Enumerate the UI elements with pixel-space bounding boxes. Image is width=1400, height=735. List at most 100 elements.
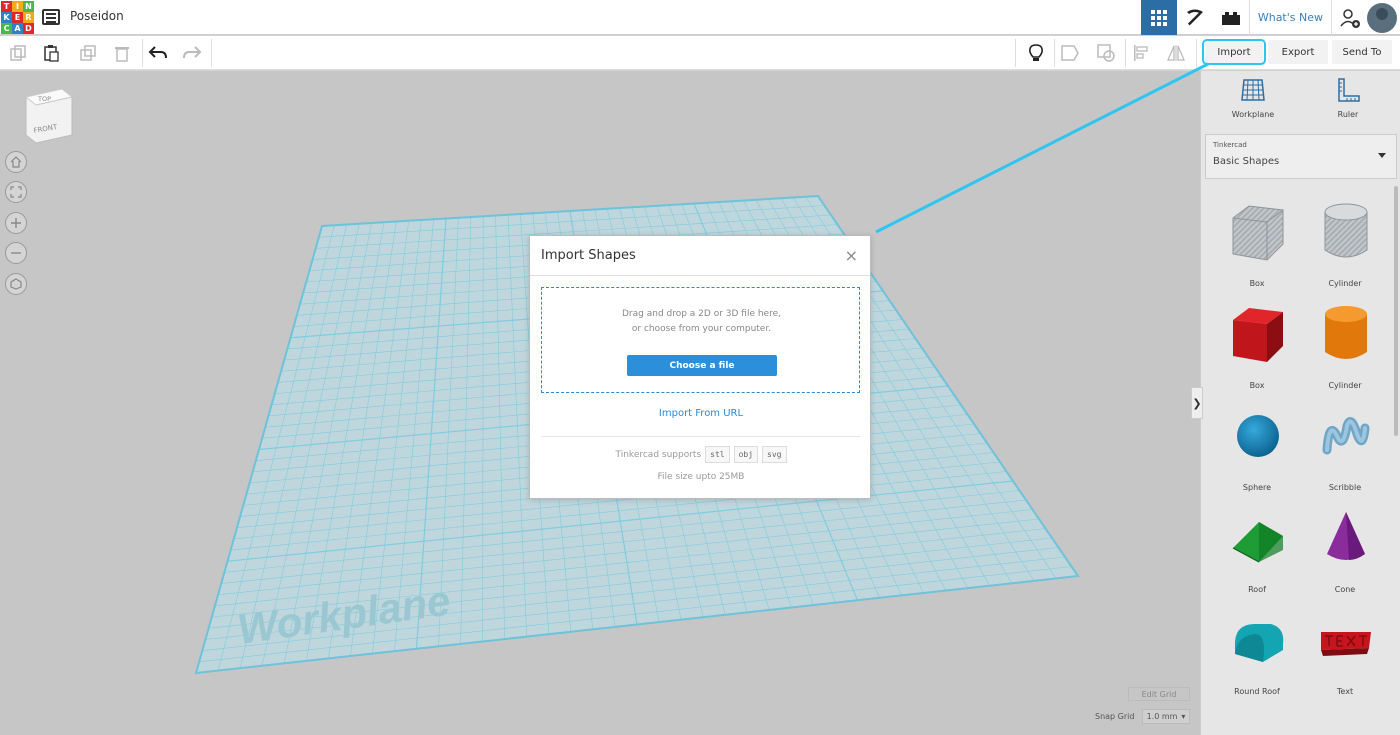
logo-letter: D: [23, 23, 34, 34]
logo-letter: E: [12, 12, 23, 23]
edit-grid-button[interactable]: Edit Grid: [1128, 687, 1190, 701]
shape-library-select[interactable]: Tinkercad Basic Shapes: [1205, 134, 1397, 179]
view-cube[interactable]: TOP FRONT: [24, 88, 74, 155]
plus-icon: [11, 218, 21, 228]
library-category: Tinkercad: [1213, 141, 1247, 149]
duplicate-button[interactable]: [78, 43, 98, 63]
snap-grid-value: 1.0 mm: [1146, 712, 1178, 721]
shapes-panel: Workplane Ruler Tinkercad Basic Shapes B…: [1200, 71, 1400, 735]
copy-button[interactable]: [8, 43, 28, 63]
dropdown-arrow-icon: [1378, 153, 1386, 158]
group-icon: [1061, 45, 1079, 61]
shapes-scrollbar[interactable]: [1394, 186, 1398, 436]
file-drop-zone[interactable]: Drag and drop a 2D or 3D file here, or c…: [541, 287, 860, 393]
shape-label: Roof: [1248, 585, 1266, 594]
logo-letter: R: [23, 12, 34, 23]
fit-view-button[interactable]: [5, 181, 27, 203]
shape-sphere[interactable]: Sphere: [1217, 402, 1297, 502]
add-user-button[interactable]: [1331, 0, 1367, 35]
import-from-url-link[interactable]: Import From URL: [530, 408, 872, 419]
redo-button[interactable]: [182, 43, 202, 63]
shape-label: Cylinder: [1328, 279, 1362, 288]
send-to-button[interactable]: Send To: [1332, 40, 1392, 64]
pickaxe-icon: [1186, 9, 1203, 25]
shape-label: Cylinder: [1328, 381, 1362, 390]
align-icon: [1134, 45, 1148, 61]
choose-file-button[interactable]: Choose a file: [627, 355, 777, 376]
round-roof-icon: [1235, 624, 1284, 662]
close-icon[interactable]: ×: [845, 246, 858, 265]
minus-icon: [11, 252, 21, 254]
3d-design-view-button[interactable]: [1140, 0, 1177, 35]
shape-box[interactable]: Box: [1217, 300, 1297, 400]
drop-line-2: or choose from your computer.: [631, 324, 772, 334]
ruler-tool[interactable]: Ruler: [1318, 77, 1378, 119]
box-icon: [1233, 308, 1283, 362]
lightbulb-icon: [1029, 44, 1043, 61]
ungroup-button[interactable]: [1096, 43, 1116, 63]
viewcube-top-label: TOP: [37, 95, 51, 103]
divider: [541, 436, 860, 437]
bricks-view-button[interactable]: [1213, 0, 1249, 35]
align-button[interactable]: [1131, 43, 1151, 63]
project-title[interactable]: Poseidon: [70, 9, 124, 23]
undo-button[interactable]: [148, 43, 168, 63]
user-avatar[interactable]: [1367, 2, 1397, 33]
shape-cone[interactable]: Cone: [1305, 504, 1385, 604]
home-view-button[interactable]: [5, 151, 27, 173]
workplane-tool[interactable]: Workplane: [1223, 77, 1283, 119]
logo-letter: I: [12, 1, 23, 12]
whats-new-link[interactable]: What's New: [1248, 0, 1331, 35]
notes-button[interactable]: [1026, 43, 1046, 63]
import-shapes-dialog: Import Shapes × Drag and drop a 2D or 3D…: [529, 235, 871, 499]
shape-label: Sphere: [1242, 483, 1272, 492]
collapse-panel-button[interactable]: ❯: [1191, 387, 1203, 419]
shape-text[interactable]: Text: [1305, 606, 1385, 706]
ruler-tool-label: Ruler: [1337, 110, 1359, 119]
trash-icon: [115, 47, 129, 62]
format-badge: svg: [762, 446, 787, 463]
mirror-icon: [1167, 45, 1185, 61]
shape-box-hole[interactable]: Box: [1217, 198, 1297, 298]
paste-button[interactable]: [41, 43, 61, 63]
dialog-header: Import Shapes ×: [530, 236, 870, 276]
home-icon: [10, 156, 22, 168]
shape-cylinder[interactable]: Cylinder: [1305, 300, 1385, 400]
design-menu-icon[interactable]: [42, 9, 60, 25]
blocks-view-button[interactable]: [1177, 0, 1213, 35]
duplicate-icon: [80, 45, 96, 61]
logo-letter: T: [1, 1, 12, 12]
workplane-tool-label: Workplane: [1231, 110, 1275, 119]
mirror-button[interactable]: [1166, 43, 1186, 63]
shape-scribble[interactable]: Scribble: [1305, 402, 1385, 502]
redo-icon: [183, 46, 202, 59]
cylinder-icon: [1325, 306, 1367, 359]
zoom-out-button[interactable]: [5, 242, 27, 264]
text-shape-icon: [1321, 632, 1371, 656]
cone-icon: [1327, 512, 1365, 560]
sphere-icon: [1237, 415, 1279, 457]
brick-icon: [1221, 11, 1240, 25]
snap-grid-select[interactable]: 1.0 mm ▾: [1142, 709, 1190, 724]
file-size-note: File size upto 25MB: [657, 472, 745, 482]
cylinder-hole-icon: [1324, 203, 1368, 258]
zoom-in-button[interactable]: [5, 212, 27, 234]
logo-letter: C: [1, 23, 12, 34]
paste-icon: [44, 45, 59, 62]
logo-letter: N: [23, 1, 34, 12]
supports-label: Tinkercad supports: [615, 449, 702, 460]
shape-label: Round Roof: [1234, 687, 1280, 696]
edit-toolbar: Import Export Send To: [0, 36, 1400, 70]
shape-cylinder-hole[interactable]: Cylinder: [1305, 198, 1385, 298]
shape-roof[interactable]: Roof: [1217, 504, 1297, 604]
logo-letter: A: [12, 23, 23, 34]
perspective-button[interactable]: [5, 273, 27, 295]
delete-button[interactable]: [112, 43, 132, 63]
export-button[interactable]: Export: [1268, 40, 1328, 64]
group-button[interactable]: [1060, 43, 1080, 63]
shape-round-roof[interactable]: Round Roof: [1217, 606, 1297, 706]
shape-label: Scribble: [1328, 483, 1362, 492]
chevron-right-icon: ❯: [1192, 396, 1202, 410]
top-bar: TINKERCAD Poseidon What's New: [0, 0, 1400, 35]
tinkercad-logo[interactable]: TINKERCAD: [0, 0, 35, 35]
